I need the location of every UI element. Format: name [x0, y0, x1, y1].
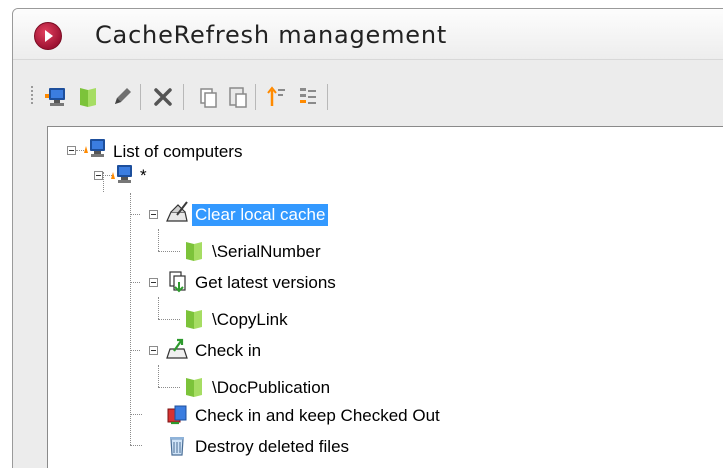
computer-network-icon: [83, 137, 107, 161]
toolbar-separator: [327, 84, 328, 110]
delete-x-icon: [154, 88, 172, 106]
tree-node-list-of-computers[interactable]: List of computers: [110, 141, 245, 163]
collapse-toggle[interactable]: [94, 171, 103, 180]
cacherefresh-window: CacheRefresh management List of computer…: [12, 8, 723, 468]
copy-button[interactable]: [195, 84, 221, 110]
tree-node-computer[interactable]: *: [137, 165, 150, 187]
toolbar-separator: [183, 84, 184, 110]
paste-icon: [229, 87, 247, 108]
delete-button[interactable]: [150, 84, 176, 110]
tree-node-serialnumber[interactable]: \SerialNumber: [209, 241, 324, 263]
tree-connector: [158, 297, 159, 319]
folder-icon: [182, 375, 206, 399]
check-in-keep-icon: [165, 403, 189, 427]
computer-tree[interactable]: List of computers * Clear local cache \S…: [47, 126, 723, 468]
folder-icon: [182, 239, 206, 263]
check-in-icon: [165, 338, 189, 362]
tree-connector: [130, 350, 140, 351]
recycle-bin-icon: [165, 433, 189, 457]
move-up-button[interactable]: [263, 84, 289, 110]
tree-node-destroy-deleted-files[interactable]: Destroy deleted files: [192, 436, 352, 458]
document-download-icon: [165, 270, 189, 294]
tree-connector: [130, 282, 140, 283]
sort-button[interactable]: [295, 84, 321, 110]
copy-icon: [200, 88, 217, 108]
tree-connector: [158, 229, 159, 251]
toolbar-separator: [255, 84, 256, 110]
collapse-toggle[interactable]: [149, 278, 158, 287]
move-up-icon: [267, 86, 285, 106]
title-bar: CacheRefresh management: [13, 9, 723, 60]
computer-network-icon: [110, 163, 134, 187]
toolbar-separator: [140, 84, 141, 110]
tree-node-check-in[interactable]: Check in: [192, 340, 264, 362]
collapse-toggle[interactable]: [149, 346, 158, 355]
pencil-icon: [115, 88, 131, 104]
paste-button[interactable]: [225, 84, 251, 110]
tree-connector: [130, 445, 142, 446]
tree-node-clear-local-cache[interactable]: Clear local cache: [192, 204, 329, 226]
tree-connector: [130, 193, 131, 413]
tree-connector: [130, 414, 131, 445]
computer-icon: [45, 88, 65, 106]
tree-node-get-latest-versions[interactable]: Get latest versions: [192, 272, 339, 294]
add-folder-button[interactable]: [75, 84, 101, 110]
app-logo-icon[interactable]: [34, 22, 62, 50]
collapse-toggle[interactable]: [149, 210, 158, 219]
tree-connector: [158, 387, 180, 388]
broom-cache-icon: [165, 201, 189, 225]
tree-connector: [130, 214, 140, 215]
sort-icon: [300, 88, 316, 104]
window-title: CacheRefresh management: [95, 21, 448, 49]
toolbar-grip[interactable]: [31, 86, 33, 106]
tree-connector: [158, 251, 180, 252]
add-computer-button[interactable]: [43, 84, 69, 110]
tree-node-copylink[interactable]: \CopyLink: [209, 309, 291, 331]
folder-icon: [80, 88, 96, 107]
tree-node-check-in-keep-checked-out[interactable]: Check in and keep Checked Out: [192, 405, 443, 427]
folder-icon: [182, 307, 206, 331]
tree-node-docpublication[interactable]: \DocPublication: [209, 377, 333, 399]
tree-connector: [130, 414, 142, 415]
collapse-toggle[interactable]: [67, 146, 76, 155]
tree-connector: [158, 365, 159, 387]
tree-connector: [158, 319, 180, 320]
toolbar: [13, 60, 723, 118]
edit-button[interactable]: [109, 84, 135, 110]
